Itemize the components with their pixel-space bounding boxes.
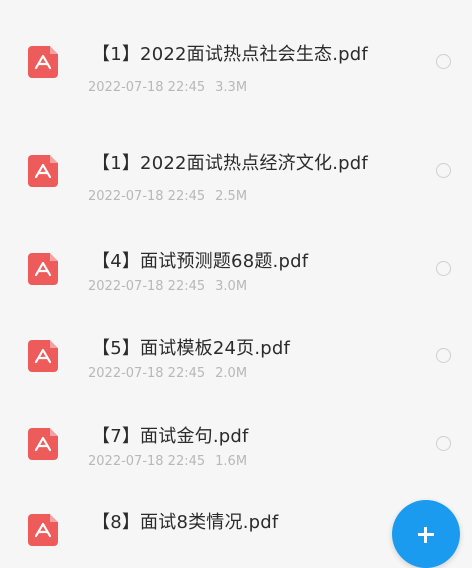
file-size: 2.5M — [215, 189, 248, 204]
file-row[interactable]: 【7】面试金句.pdf 2022-07-18 22:45 1.6M — [0, 426, 472, 504]
file-meta: 2022-07-18 22:45 3.3M — [88, 80, 257, 95]
file-name: 【1】2022面试热点经济文化.pdf — [92, 153, 368, 174]
file-row[interactable]: 【1】2022面试热点经济文化.pdf 2022-07-18 22:45 2.5M — [0, 153, 472, 231]
file-meta: 2022-07-18 22:45 2.5M — [88, 189, 257, 204]
select-radio-icon[interactable] — [436, 163, 451, 178]
file-row[interactable]: 【5】面试模板24页.pdf 2022-07-18 22:45 2.0M — [0, 338, 472, 416]
pdf-file-icon — [28, 155, 58, 187]
file-date: 2022-07-18 22:45 — [88, 189, 206, 204]
select-radio-icon[interactable] — [436, 54, 451, 69]
file-name: 【8】面试8类情况.pdf — [92, 512, 279, 533]
file-size: 1.6M — [215, 454, 248, 469]
pdf-file-icon — [28, 514, 58, 546]
file-date: 2022-07-18 22:45 — [88, 279, 206, 294]
file-meta: 2022-07-18 22:45 3.0M — [88, 279, 257, 294]
file-list: 【1】2022面试热点社会生态.pdf 2022-07-18 22:45 3.3M… — [0, 0, 472, 546]
select-radio-icon[interactable] — [436, 261, 451, 276]
file-size: 3.3M — [215, 80, 248, 95]
select-radio-icon[interactable] — [436, 348, 451, 363]
pdf-file-icon — [28, 340, 58, 372]
file-size: 3.0M — [215, 279, 248, 294]
file-meta: 2022-07-18 22:45 1.6M — [88, 454, 257, 469]
file-name: 【4】面试预测题68题.pdf — [92, 251, 309, 272]
file-size: 2.0M — [215, 366, 248, 381]
pdf-file-icon — [28, 46, 58, 78]
file-date: 2022-07-18 22:45 — [88, 80, 206, 95]
select-radio-icon[interactable] — [436, 436, 451, 451]
pdf-file-icon — [28, 253, 58, 285]
file-name: 【7】面试金句.pdf — [92, 426, 249, 447]
file-row[interactable]: 【1】2022面试热点社会生态.pdf 2022-07-18 22:45 3.3M — [0, 44, 472, 122]
pdf-file-icon — [28, 428, 58, 460]
file-name: 【5】面试模板24页.pdf — [92, 338, 291, 359]
add-button[interactable] — [392, 500, 460, 568]
file-date: 2022-07-18 22:45 — [88, 454, 206, 469]
file-date: 2022-07-18 22:45 — [88, 366, 206, 381]
file-name: 【1】2022面试热点社会生态.pdf — [92, 44, 368, 65]
file-meta: 2022-07-18 22:45 2.0M — [88, 366, 257, 381]
file-row[interactable]: 【4】面试预测题68题.pdf 2022-07-18 22:45 3.0M — [0, 251, 472, 329]
